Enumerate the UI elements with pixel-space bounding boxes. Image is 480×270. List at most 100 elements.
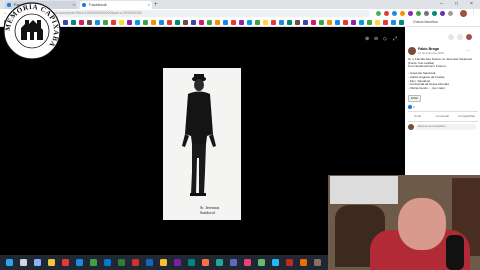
- bookmark-icon[interactable]: [111, 20, 116, 25]
- close-tab-icon[interactable]: ×: [148, 1, 150, 9]
- bookmark-icon[interactable]: [159, 20, 164, 25]
- extension-icon[interactable]: [432, 11, 437, 16]
- zoom-out-icon[interactable]: ⊖: [374, 36, 378, 42]
- bookmark-icon[interactable]: [71, 20, 76, 25]
- notifications-icon[interactable]: [457, 34, 463, 40]
- bookmark-icon[interactable]: [359, 20, 364, 25]
- extension-icon[interactable]: [424, 11, 429, 16]
- bookmark-icon[interactable]: [207, 20, 212, 25]
- app-icon[interactable]: [300, 259, 307, 266]
- other-bookmarks[interactable]: Outros favoritos: [413, 18, 438, 26]
- menu-icon[interactable]: ⋮: [471, 10, 476, 17]
- bookmark-icon[interactable]: [327, 20, 332, 25]
- close-window-button[interactable]: ×: [470, 0, 473, 9]
- edit-button[interactable]: Editar: [408, 95, 421, 102]
- app-icon[interactable]: [314, 259, 321, 266]
- extension-icon[interactable]: [440, 11, 445, 16]
- bookmark-icon[interactable]: [167, 20, 172, 25]
- bookmark-icon[interactable]: [95, 20, 100, 25]
- app-icon[interactable]: [118, 259, 125, 266]
- app-icon[interactable]: [104, 259, 111, 266]
- bookmark-icon[interactable]: [199, 20, 204, 25]
- file-explorer-icon[interactable]: [48, 259, 55, 266]
- reaction-summary[interactable]: 2: [408, 105, 415, 110]
- bookmark-icon[interactable]: [367, 20, 372, 25]
- bookmark-icon[interactable]: [271, 20, 276, 25]
- app-icon[interactable]: [244, 259, 251, 266]
- bookmark-icon[interactable]: [215, 20, 220, 25]
- app-icon[interactable]: [90, 259, 97, 266]
- bookmark-icon[interactable]: [295, 20, 300, 25]
- app-icon[interactable]: [132, 259, 139, 266]
- bookmark-icon[interactable]: [127, 20, 132, 25]
- bookmark-icon[interactable]: [183, 20, 188, 25]
- post-date[interactable]: 12 de junho de 2019 ·: [418, 51, 445, 55]
- bookmark-icon[interactable]: [231, 20, 236, 25]
- chrome-icon[interactable]: [160, 259, 167, 266]
- author-avatar[interactable]: [408, 47, 416, 55]
- share-button[interactable]: Compartilhar: [458, 114, 475, 118]
- app-icon[interactable]: [174, 259, 181, 266]
- extensions-menu-icon[interactable]: [448, 11, 453, 16]
- app-icon[interactable]: [146, 259, 153, 266]
- app-icon[interactable]: [202, 259, 209, 266]
- tag-icon[interactable]: ◇: [383, 36, 387, 42]
- bookmark-icon[interactable]: [391, 20, 396, 25]
- app-icon[interactable]: [230, 259, 237, 266]
- bookmark-icon[interactable]: [287, 20, 292, 25]
- close-tab-icon[interactable]: ×: [73, 1, 75, 9]
- bookmark-icon[interactable]: [263, 20, 268, 25]
- bookmark-icon[interactable]: [175, 20, 180, 25]
- bookmark-icon[interactable]: [375, 20, 380, 25]
- minimize-button[interactable]: –: [440, 0, 443, 9]
- bookmark-icon[interactable]: [399, 20, 404, 25]
- extension-icon[interactable]: [392, 11, 397, 16]
- bookmark-icon[interactable]: [119, 20, 124, 25]
- app-icon[interactable]: [62, 259, 69, 266]
- search-icon[interactable]: [20, 259, 27, 266]
- extension-icon[interactable]: [384, 11, 389, 16]
- bookmark-icon[interactable]: [279, 20, 284, 25]
- zoom-in-icon[interactable]: ⊕: [365, 36, 369, 42]
- bookmark-icon[interactable]: [383, 20, 388, 25]
- extension-icon[interactable]: [376, 11, 381, 16]
- comment-button[interactable]: Comentar: [436, 114, 449, 118]
- app-icon[interactable]: [286, 259, 293, 266]
- new-tab-button[interactable]: +: [154, 1, 158, 9]
- app-icon[interactable]: [216, 259, 223, 266]
- bookmark-icon[interactable]: [255, 20, 260, 25]
- fullscreen-icon[interactable]: ⤢: [393, 36, 397, 42]
- extension-icon[interactable]: [416, 11, 421, 16]
- bookmark-icon[interactable]: [63, 20, 68, 25]
- extension-icon[interactable]: [408, 11, 413, 16]
- bookmark-icon[interactable]: [151, 20, 156, 25]
- bookmark-icon[interactable]: [239, 20, 244, 25]
- like-button[interactable]: Curtir: [414, 114, 421, 118]
- app-icon[interactable]: [258, 259, 265, 266]
- bookmark-icon[interactable]: [87, 20, 92, 25]
- bookmark-icon[interactable]: [223, 20, 228, 25]
- bookmark-icon[interactable]: [303, 20, 308, 25]
- more-options-icon[interactable]: ···: [466, 48, 470, 53]
- account-avatar[interactable]: [466, 34, 472, 40]
- bookmark-icon[interactable]: [311, 20, 316, 25]
- extension-icon[interactable]: [400, 11, 405, 16]
- bookmark-icon[interactable]: [135, 20, 140, 25]
- profile-avatar[interactable]: [460, 10, 467, 17]
- bookmark-icon[interactable]: [79, 20, 84, 25]
- maximize-button[interactable]: □: [455, 0, 458, 9]
- bookmark-icon[interactable]: [191, 20, 196, 25]
- app-icon[interactable]: [188, 259, 195, 266]
- bookmark-icon[interactable]: [143, 20, 148, 25]
- app-icon[interactable]: [272, 259, 279, 266]
- windows-start-icon[interactable]: [6, 259, 13, 266]
- tab-facebook-2[interactable]: Facebook ×: [80, 1, 152, 9]
- bookmark-icon[interactable]: [335, 20, 340, 25]
- bookmark-icon[interactable]: [247, 20, 252, 25]
- bookmark-icon[interactable]: [319, 20, 324, 25]
- bookmark-icon[interactable]: [343, 20, 348, 25]
- task-view-icon[interactable]: [34, 259, 41, 266]
- messenger-icon[interactable]: [448, 34, 454, 40]
- comment-input[interactable]: Escreva um comentário...: [416, 124, 476, 130]
- app-icon[interactable]: [76, 259, 83, 266]
